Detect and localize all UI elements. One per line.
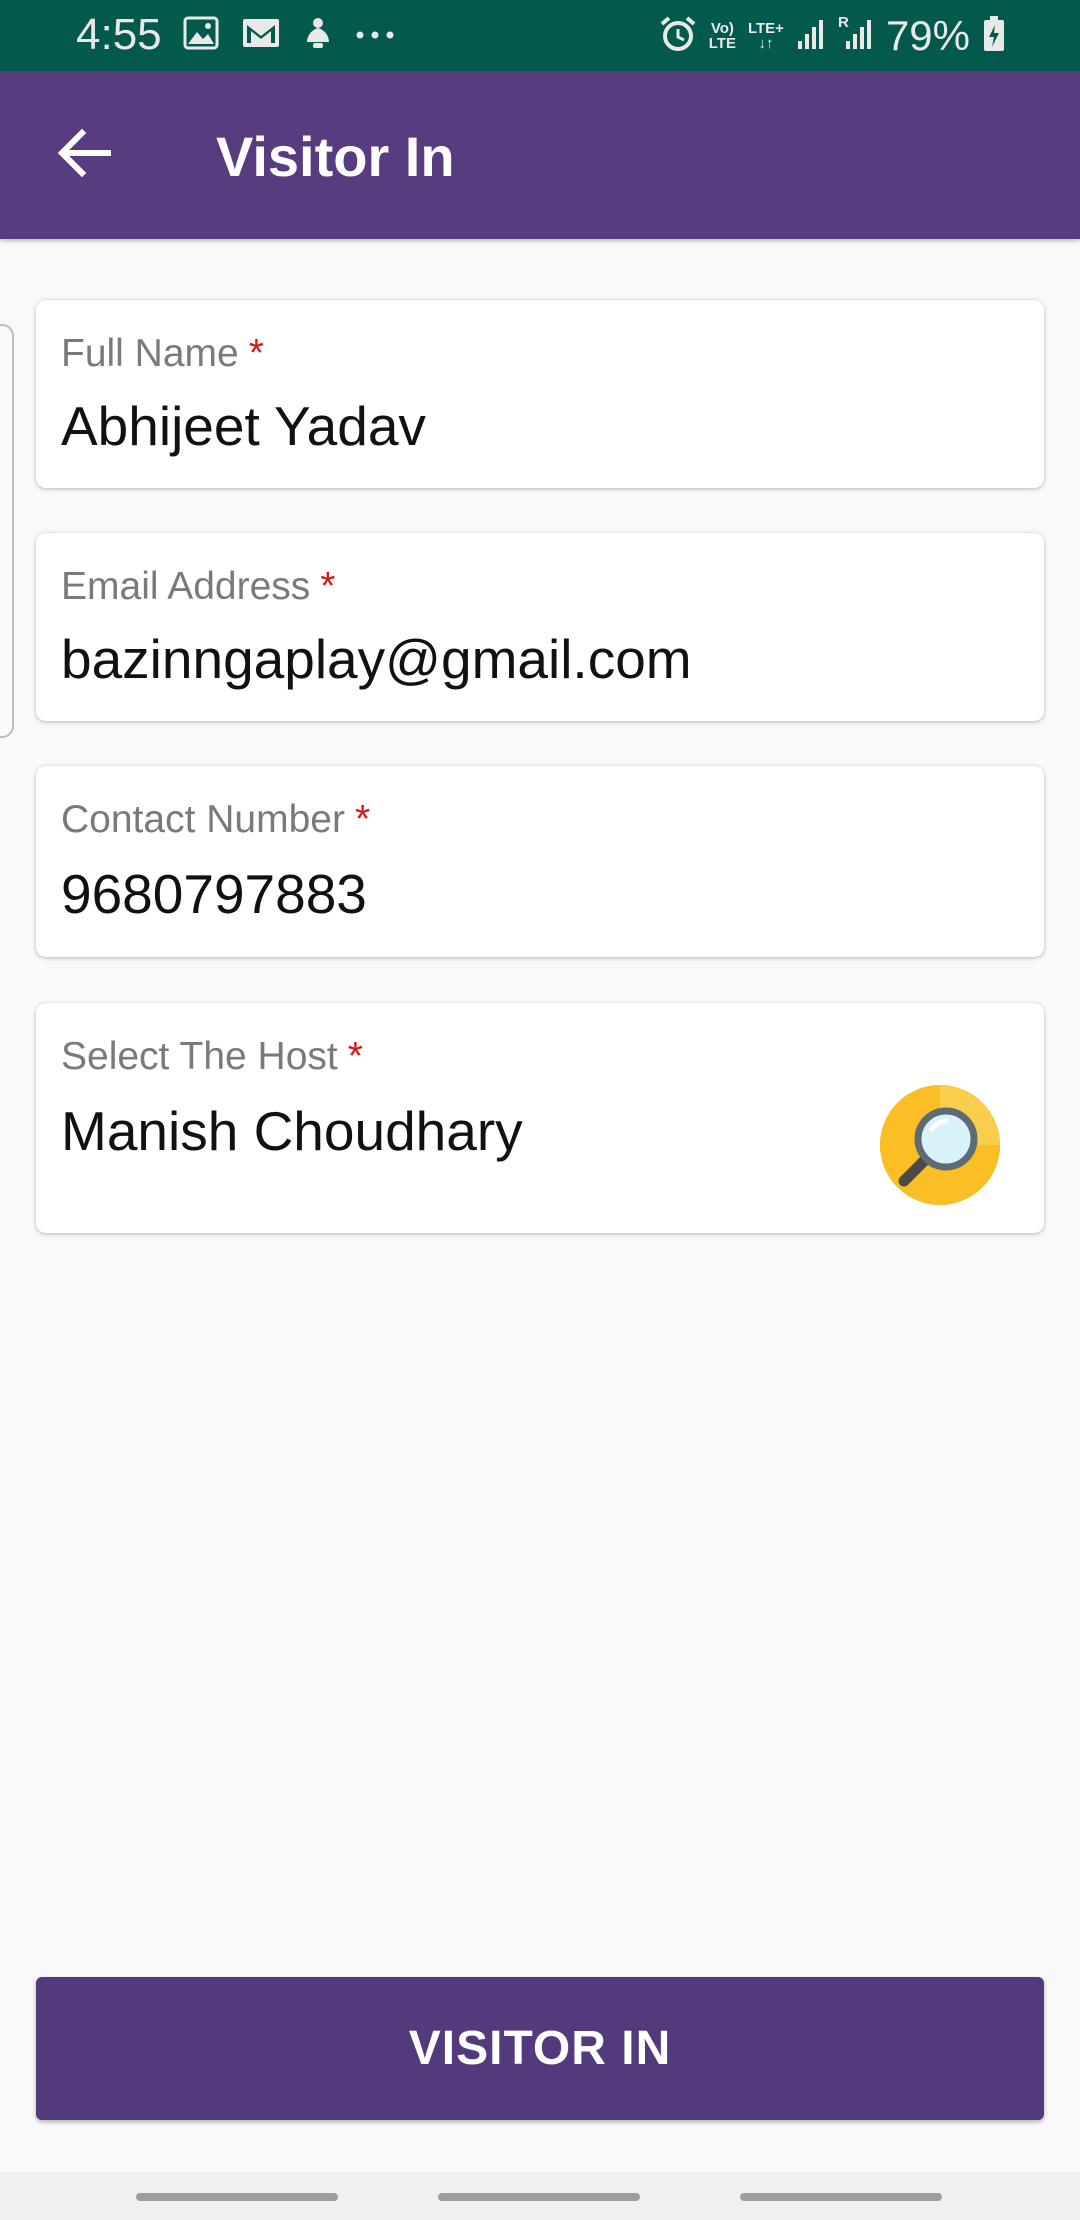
nav-home-button[interactable] (438, 2193, 640, 2201)
host-input[interactable] (61, 1099, 901, 1163)
email-input[interactable] (61, 627, 901, 691)
required-mark: * (354, 798, 371, 841)
status-time: 4:55 (76, 10, 162, 59)
full-name-label: Full Name * (61, 332, 264, 375)
visitor-in-button[interactable]: VISITOR IN (36, 1977, 1044, 2120)
back-button[interactable] (42, 111, 126, 195)
gmail-icon (241, 17, 281, 54)
signal-roaming-icon: R (838, 15, 874, 56)
contact-number-card: Contact Number * (36, 766, 1044, 957)
nav-back-button[interactable] (740, 2193, 942, 2201)
host-label: Select The Host * (61, 1035, 363, 1078)
edge-card (0, 324, 14, 738)
page-title: Visitor In (216, 125, 455, 188)
image-icon (183, 16, 219, 55)
nav-recents-button[interactable] (136, 2193, 338, 2201)
status-bar: 4:55 Vo) LTE LTE+ ↓↑ R 79% (0, 0, 1080, 71)
alarm-icon (659, 15, 697, 58)
email-label: Email Address * (61, 565, 336, 608)
host-card: Select The Host * (36, 1003, 1044, 1233)
battery-percent: 79% (885, 12, 970, 59)
host-search-button[interactable] (880, 1085, 1000, 1205)
nav-bar (0, 2172, 1080, 2220)
signal-icon (796, 17, 826, 56)
volte-icon: Vo) LTE (708, 20, 736, 52)
status-icons-right: Vo) LTE LTE+ ↓↑ R 79% (659, 12, 1006, 60)
required-mark: * (248, 332, 264, 375)
contact-number-input[interactable] (61, 862, 901, 926)
contact-number-label: Contact Number * (61, 798, 371, 841)
lte-icon: LTE+ ↓↑ (747, 20, 784, 52)
back-arrow-icon (57, 128, 111, 178)
app-bar: Visitor In (0, 71, 1080, 239)
magnifier-search-icon (880, 1085, 1000, 1205)
more-dots-icon (355, 27, 395, 45)
required-mark: * (347, 1035, 363, 1078)
required-mark: * (320, 565, 336, 608)
notification-icon (303, 16, 333, 55)
visitor-in-screen: 4:55 Vo) LTE LTE+ ↓↑ R 79% Visitor In Fu… (0, 0, 1080, 2220)
battery-icon (982, 15, 1006, 58)
full-name-input[interactable] (61, 394, 901, 458)
email-card: Email Address * (36, 533, 1044, 721)
data-arrows-icon: ↓↑ (758, 35, 774, 52)
status-icons-left (183, 16, 395, 55)
full-name-card: Full Name * (36, 300, 1044, 488)
